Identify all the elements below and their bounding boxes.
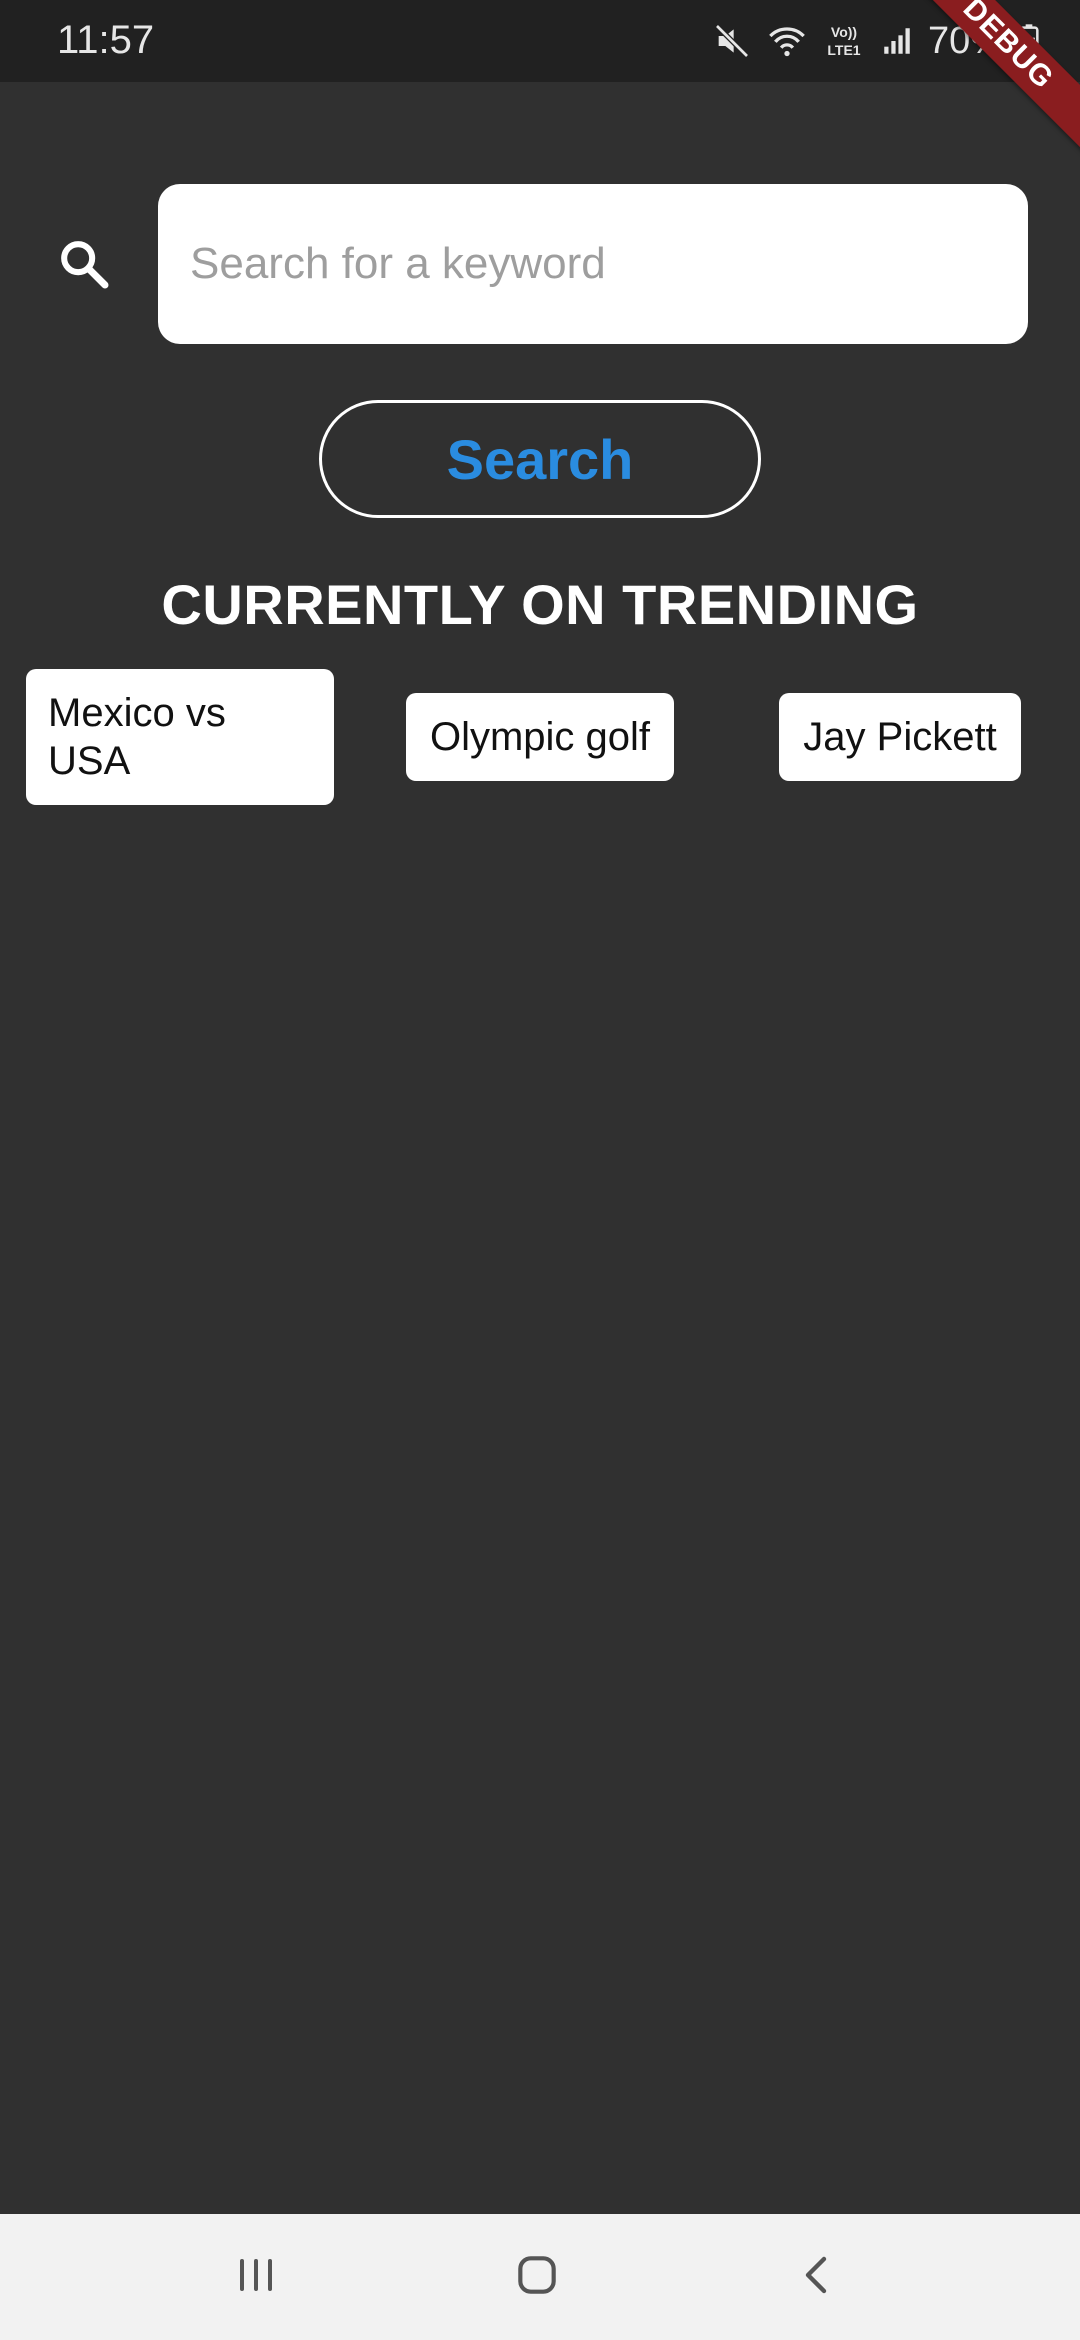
home-button[interactable]: [487, 2232, 587, 2322]
status-bar: 11:57 Vo)) LTE1 70%: [0, 0, 1080, 82]
back-button[interactable]: [768, 2232, 868, 2322]
recent-apps-icon: [232, 2251, 280, 2304]
navigation-bar: [0, 2214, 1080, 2340]
svg-text:Vo)): Vo)): [831, 24, 857, 40]
recent-apps-button[interactable]: [206, 2232, 306, 2322]
mute-icon: [712, 21, 752, 61]
search-button[interactable]: Search: [319, 400, 761, 518]
trending-chip[interactable]: Olympic golf: [406, 693, 674, 781]
trending-title: CURRENTLY ON TRENDING: [161, 573, 919, 636]
back-icon: [794, 2251, 842, 2304]
svg-text:LTE1: LTE1: [827, 42, 860, 58]
volte-icon: Vo)) LTE1: [822, 21, 866, 61]
trending-chip[interactable]: Mexico vs USA: [26, 669, 334, 805]
signal-icon: [880, 21, 914, 61]
wifi-icon: [766, 21, 808, 61]
search-icon: [56, 236, 112, 292]
home-icon: [512, 2250, 562, 2305]
status-time: 11:57: [57, 18, 155, 62]
search-input[interactable]: [158, 184, 1028, 344]
app-screen: 11:57 Vo)) LTE1 70% DEBUG Search for a k…: [0, 0, 1080, 2340]
trending-chip[interactable]: Jay Pickett: [779, 693, 1021, 781]
